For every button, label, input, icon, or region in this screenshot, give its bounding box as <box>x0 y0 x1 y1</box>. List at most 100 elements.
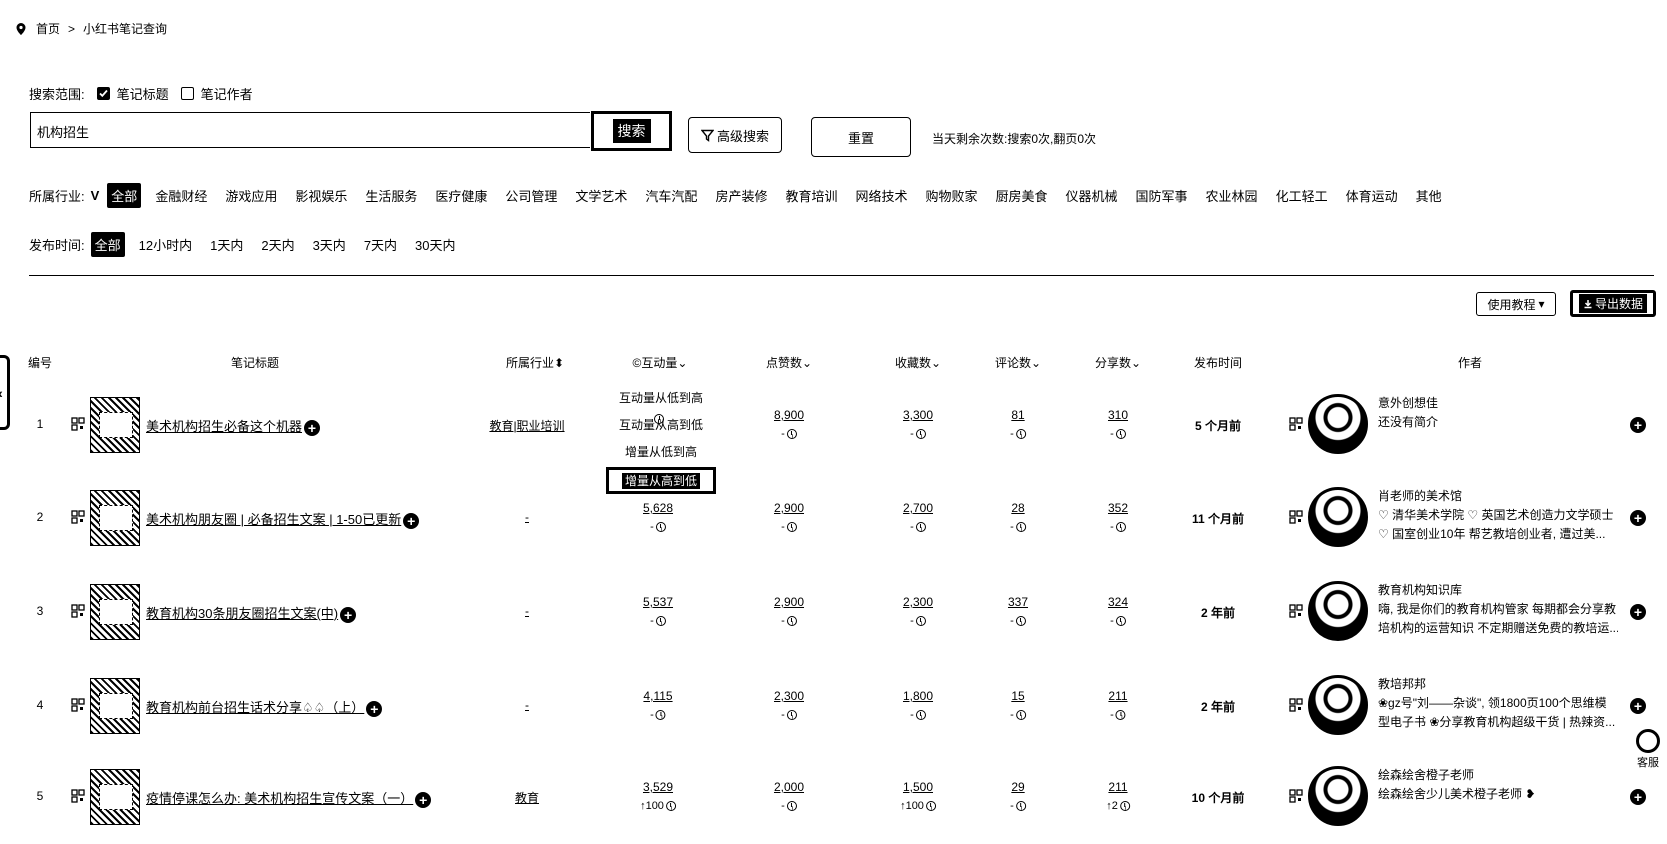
note-title-link[interactable]: 教育机构前台招生话术分享♤♤（上） <box>146 700 364 715</box>
industry-chip[interactable]: 影视娱乐 <box>291 183 351 208</box>
likes-value[interactable]: 2,900 <box>774 595 804 609</box>
author-name[interactable]: 教育机构知识库 <box>1378 581 1618 600</box>
advanced-search-button[interactable]: 高级搜索 <box>688 117 782 153</box>
qr-code-icon[interactable] <box>1289 789 1303 803</box>
note-thumbnail[interactable] <box>90 397 140 453</box>
note-thumbnail[interactable] <box>90 490 140 546</box>
interact-value[interactable]: 3,529 <box>640 780 676 794</box>
author-avatar[interactable] <box>1308 394 1368 454</box>
checkbox-author[interactable] <box>180 87 194 100</box>
qr-code-icon[interactable] <box>1289 604 1303 618</box>
note-title-link[interactable]: 疫情停课怎么办: 美术机构招生宣传文案（一） <box>146 791 413 806</box>
time-chip[interactable]: 2天内 <box>257 232 298 257</box>
col-collects[interactable]: 收藏数⌄ <box>895 354 941 371</box>
sort-option-selected[interactable]: 增量从高到低 <box>606 467 716 494</box>
qr-code-icon[interactable] <box>71 510 85 524</box>
qr-code-icon[interactable] <box>1289 417 1303 431</box>
qr-code-icon[interactable] <box>1289 698 1303 712</box>
comments-value[interactable]: 29 <box>1010 780 1026 794</box>
author-avatar[interactable] <box>1308 581 1368 641</box>
industry-chip[interactable]: 文学艺术 <box>571 183 631 208</box>
industry-chip[interactable]: 网络技术 <box>851 183 911 208</box>
likes-value[interactable]: 2,300 <box>774 689 804 703</box>
time-chip[interactable]: 12小时内 <box>135 232 196 257</box>
industry-value[interactable]: - <box>525 510 529 524</box>
add-author-icon[interactable]: + <box>1630 604 1646 620</box>
note-thumbnail[interactable] <box>90 678 140 734</box>
qr-code-icon[interactable] <box>71 789 85 803</box>
industry-chip-all[interactable]: 全部 <box>107 183 142 208</box>
comments-value[interactable]: 81 <box>1010 408 1026 422</box>
comments-value[interactable]: 15 <box>1010 689 1026 703</box>
industry-chip[interactable]: 购物败家 <box>921 183 981 208</box>
industry-chip[interactable]: 房产装修 <box>711 183 771 208</box>
author-name[interactable]: 肖老师的美术馆 <box>1378 487 1618 506</box>
qr-code-icon[interactable] <box>71 604 85 618</box>
checkbox-title[interactable] <box>96 87 110 100</box>
author-name[interactable]: 教培邦邦 <box>1378 675 1618 694</box>
industry-value[interactable]: - <box>525 604 529 618</box>
note-title-link[interactable]: 美术机构朋友圈 | 必备招生文案 | 1-50已更新 <box>146 512 401 527</box>
note-thumbnail[interactable] <box>90 769 140 825</box>
time-chip[interactable]: 7天内 <box>360 232 401 257</box>
add-author-icon[interactable]: + <box>1630 698 1646 714</box>
comments-value[interactable]: 28 <box>1010 501 1026 515</box>
author-name[interactable]: 绘森绘舍橙子老师 <box>1378 766 1618 785</box>
collects-value[interactable]: 3,300 <box>903 408 933 422</box>
col-industry[interactable]: 所属行业⬍ <box>506 354 564 371</box>
breadcrumb-home[interactable]: 首页 <box>36 20 60 37</box>
industry-value[interactable]: - <box>525 698 529 712</box>
col-shares[interactable]: 分享数⌄ <box>1095 354 1141 371</box>
author-avatar[interactable] <box>1308 487 1368 547</box>
shares-value[interactable]: 211 <box>1106 780 1130 794</box>
col-interact[interactable]: ©互动量⌄ <box>633 354 688 371</box>
add-author-icon[interactable]: + <box>1630 789 1646 805</box>
time-chip[interactable]: 1天内 <box>206 232 247 257</box>
industry-chip[interactable]: 化工轻工 <box>1272 183 1332 208</box>
industry-chip[interactable]: 汽车汽配 <box>641 183 701 208</box>
customer-service-button[interactable]: 客服 <box>1633 729 1663 770</box>
time-chip[interactable]: 3天内 <box>309 232 350 257</box>
add-author-icon[interactable]: + <box>1630 510 1646 526</box>
export-button[interactable]: 导出数据 <box>1570 290 1656 317</box>
plus-circle-icon[interactable]: + <box>415 791 432 808</box>
industry-chip[interactable]: 其他 <box>1412 183 1446 208</box>
qr-code-icon[interactable] <box>71 417 85 431</box>
collects-value[interactable]: 2,700 <box>903 501 933 515</box>
collects-value[interactable]: 2,300 <box>903 595 933 609</box>
likes-value[interactable]: 2,900 <box>774 501 804 515</box>
shares-value[interactable]: 324 <box>1108 595 1128 609</box>
plus-circle-icon[interactable]: + <box>304 419 321 436</box>
shares-value[interactable]: 310 <box>1108 408 1128 422</box>
industry-chip[interactable]: 体育运动 <box>1342 183 1402 208</box>
time-chip-all[interactable]: 全部 <box>90 232 125 257</box>
qr-code-icon[interactable] <box>1289 510 1303 524</box>
time-chip[interactable]: 30天内 <box>411 232 459 257</box>
search-button[interactable]: 搜索 <box>591 111 672 151</box>
sort-option[interactable]: 互动量从低到高 <box>606 384 716 411</box>
interact-value[interactable]: 5,537 <box>643 595 673 609</box>
likes-value[interactable]: 8,900 <box>774 408 804 422</box>
industry-value[interactable]: 教育|职业培训 <box>489 417 564 434</box>
note-title-link[interactable]: 教育机构30条朋友圈招生文案(中) <box>146 606 338 621</box>
sort-option[interactable]: 互动量从高到低 <box>606 411 716 438</box>
collects-value[interactable]: 1,800 <box>903 689 933 703</box>
likes-value[interactable]: 2,000 <box>774 780 804 794</box>
plus-circle-icon[interactable]: + <box>340 606 357 623</box>
industry-chip[interactable]: 教育培训 <box>781 183 841 208</box>
industry-chip[interactable]: 厨房美食 <box>992 183 1052 208</box>
industry-chip[interactable]: 医疗健康 <box>431 183 491 208</box>
tutorial-button[interactable]: 使用教程 ▾ <box>1476 292 1556 316</box>
industry-chip[interactable]: 游戏应用 <box>221 183 281 208</box>
shares-value[interactable]: 352 <box>1108 501 1128 515</box>
col-comments[interactable]: 评论数⌄ <box>995 354 1041 371</box>
interact-value[interactable]: 4,115 <box>643 689 672 703</box>
col-likes[interactable]: 点赞数⌄ <box>766 354 812 371</box>
industry-chip[interactable]: 公司管理 <box>501 183 561 208</box>
industry-chip[interactable]: 生活服务 <box>361 183 421 208</box>
note-thumbnail[interactable] <box>90 584 140 640</box>
add-author-icon[interactable]: + <box>1630 417 1646 433</box>
industry-value[interactable]: 教育 <box>515 789 539 806</box>
reset-button[interactable]: 重置 <box>811 117 911 157</box>
industry-chip[interactable]: 农业林园 <box>1202 183 1262 208</box>
